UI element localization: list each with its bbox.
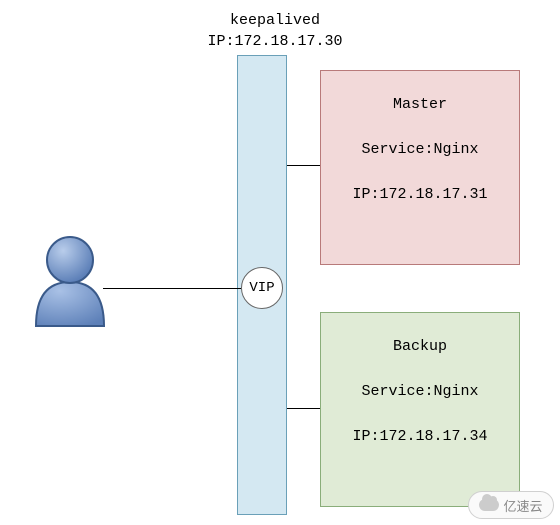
connector-keepalived-to-backup <box>287 408 321 409</box>
master-title: Master <box>333 96 507 113</box>
backup-ip: IP:172.18.17.34 <box>333 428 507 445</box>
master-ip: IP:172.18.17.31 <box>333 186 507 203</box>
keepalived-ip: IP:172.18.17.30 <box>175 31 375 52</box>
backup-service: Service:Nginx <box>333 383 507 400</box>
connector-keepalived-to-master <box>287 165 321 166</box>
backup-node: Backup Service:Nginx IP:172.18.17.34 <box>320 312 520 507</box>
master-node: Master Service:Nginx IP:172.18.17.31 <box>320 70 520 265</box>
watermark-badge: 亿速云 <box>468 491 554 519</box>
diagram-title: keepalived IP:172.18.17.30 <box>175 10 375 52</box>
vip-badge: VIP <box>241 267 283 309</box>
watermark-text: 亿速云 <box>503 496 542 515</box>
vip-label: VIP <box>249 280 274 296</box>
master-service: Service:Nginx <box>333 141 507 158</box>
connector-user-to-keepalived <box>103 288 241 289</box>
keepalived-label: keepalived <box>175 10 375 31</box>
user-icon <box>30 230 110 330</box>
backup-title: Backup <box>333 338 507 355</box>
cloud-icon <box>479 499 499 511</box>
